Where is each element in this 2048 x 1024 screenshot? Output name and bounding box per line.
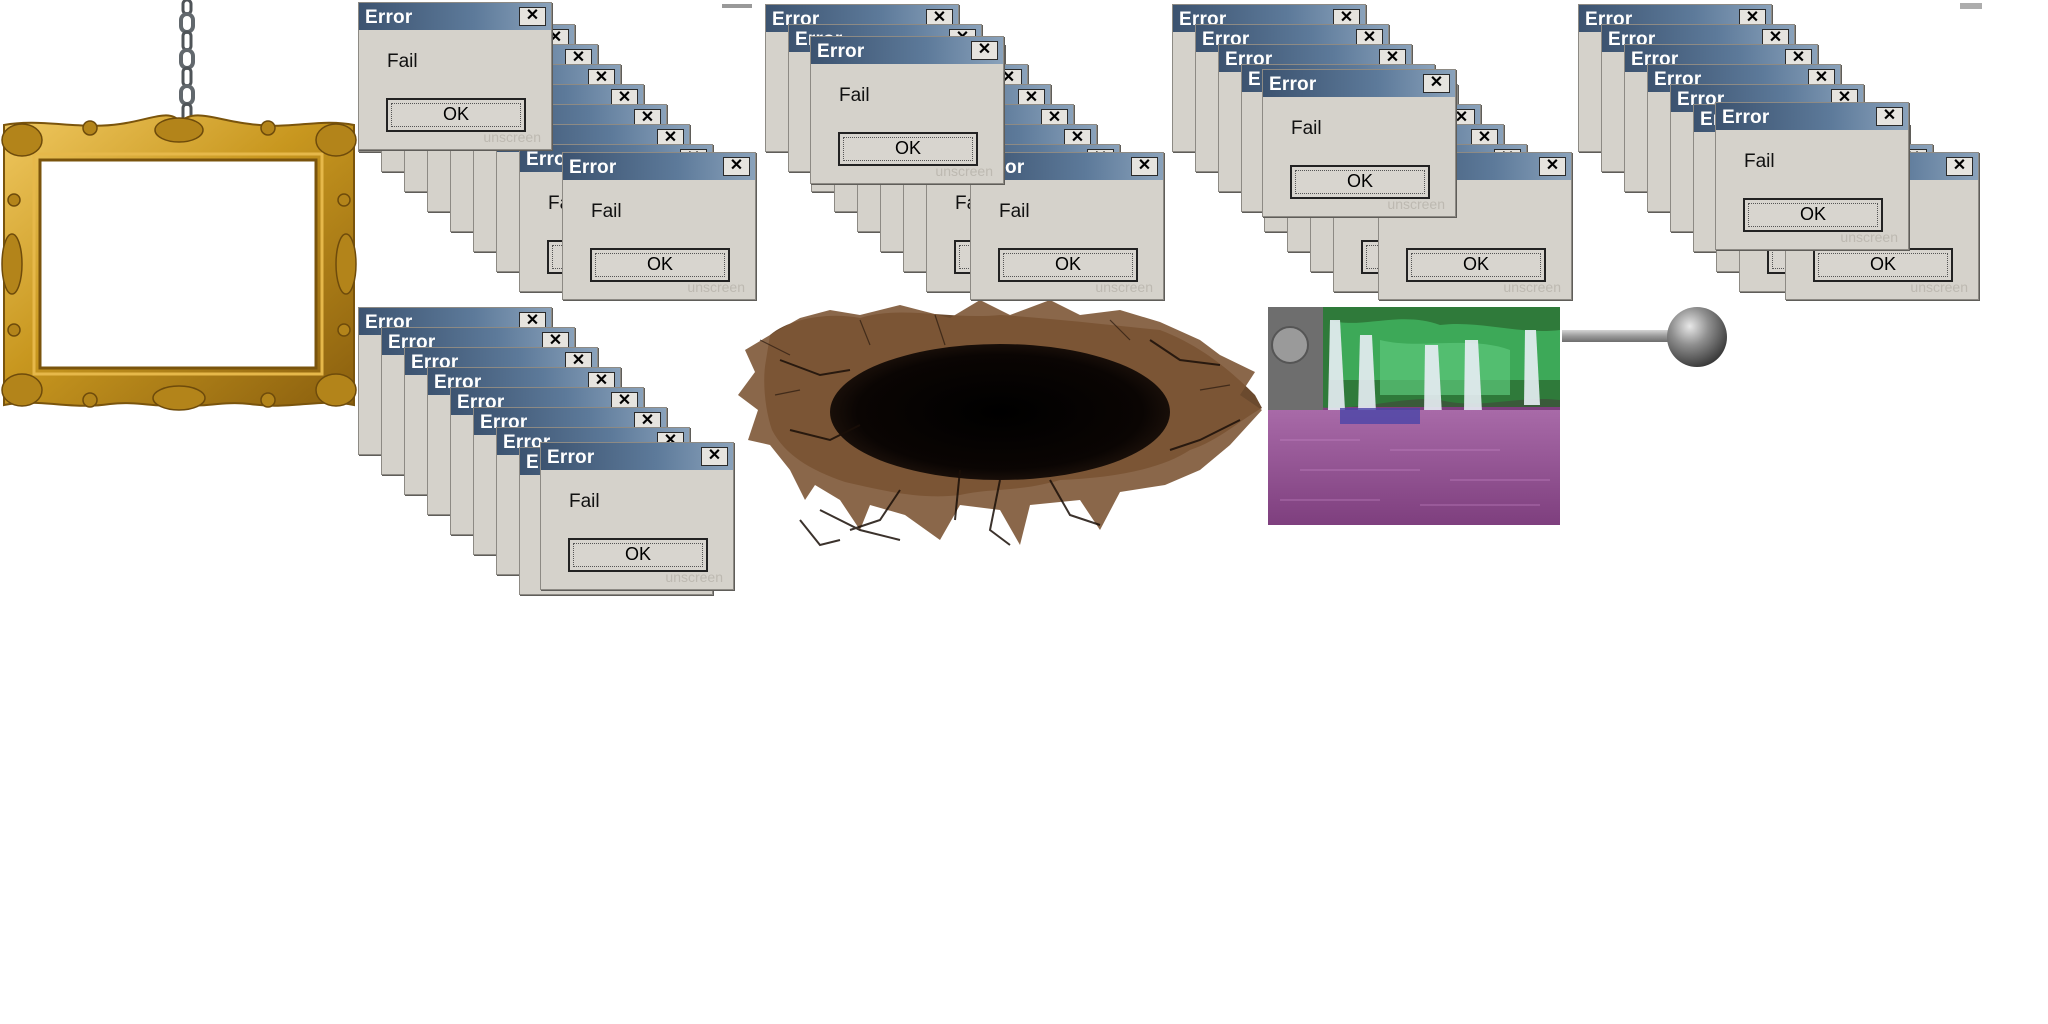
ok-button[interactable]: OK [386, 98, 526, 132]
dialog-message: Fail [1744, 151, 1775, 172]
watermark-text: unscreen [665, 569, 723, 585]
ok-button[interactable]: OK [1406, 248, 1546, 282]
close-icon[interactable]: ✕ [723, 157, 750, 176]
dialog-message: Fail [1291, 118, 1322, 139]
close-icon[interactable]: ✕ [519, 7, 546, 26]
close-icon[interactable]: ✕ [1539, 157, 1566, 176]
close-icon[interactable]: ✕ [1423, 74, 1450, 93]
error-dialog: Error ✕ Fail OK unscreen [1262, 69, 1456, 217]
steel-ball-pin [1562, 307, 1727, 367]
ok-button[interactable]: OK [1290, 165, 1430, 199]
watermark-text: unscreen [1840, 229, 1898, 245]
ok-button[interactable]: OK [1813, 248, 1953, 282]
watermark-text: unscreen [483, 129, 541, 145]
cracked-hole [738, 300, 1262, 547]
dialog-message: Fail [839, 85, 870, 106]
dialog-message: Fail [569, 491, 600, 512]
dialog-message: Fail [591, 201, 622, 222]
close-icon[interactable]: ✕ [701, 447, 728, 466]
watermark-text: unscreen [1095, 279, 1153, 295]
dialog-titlebar[interactable]: Error ✕ [541, 443, 733, 470]
watermark-text: unscreen [1503, 279, 1561, 295]
dialog-titlebar[interactable]: Error ✕ [1263, 70, 1455, 97]
dialog-message: Fail [387, 51, 418, 72]
dialog-titlebar[interactable]: Error ✕ [563, 153, 755, 180]
dialog-title: Error [365, 7, 413, 28]
dialog-title: Error [817, 41, 865, 62]
ok-button[interactable]: OK [590, 248, 730, 282]
error-dialog: Error ✕ Fail OK unscreen [358, 2, 552, 150]
close-icon[interactable]: ✕ [1131, 157, 1158, 176]
picture-frame [1, 114, 357, 411]
dialog-title: Error [547, 447, 595, 468]
watermark-text: unscreen [935, 163, 993, 179]
watermark-text: unscreen [1910, 279, 1968, 295]
watermark-text: unscreen [687, 279, 745, 295]
dialog-title: Error [1269, 74, 1317, 95]
error-dialog: Error ✕ Fail OK unscreen [540, 442, 734, 590]
dialog-title: Error [1722, 107, 1770, 128]
waterfall-photo [1268, 307, 1560, 525]
error-dialog: Error ✕ Fail OK unscreen [562, 152, 756, 300]
dialog-title: Error [569, 157, 617, 178]
error-dialog: Error ✕ Fail OK unscreen [810, 36, 1004, 184]
dialog-titlebar[interactable]: Error ✕ [359, 3, 551, 30]
dialog-message: Fail [999, 201, 1030, 222]
ok-button[interactable]: OK [1743, 198, 1883, 232]
ok-button[interactable]: OK [568, 538, 708, 572]
dialog-titlebar[interactable]: Error ✕ [1716, 103, 1908, 130]
close-icon[interactable]: ✕ [1946, 157, 1973, 176]
watermark-text: unscreen [1387, 196, 1445, 212]
chain-icon [179, 0, 195, 124]
dialog-titlebar[interactable]: Error ✕ [811, 37, 1003, 64]
ok-button[interactable]: OK [998, 248, 1138, 282]
close-icon[interactable]: ✕ [971, 41, 998, 60]
close-icon[interactable]: ✕ [1876, 107, 1903, 126]
ok-button[interactable]: OK [838, 132, 978, 166]
error-dialog: Error ✕ Fail OK unscreen [1715, 102, 1909, 250]
